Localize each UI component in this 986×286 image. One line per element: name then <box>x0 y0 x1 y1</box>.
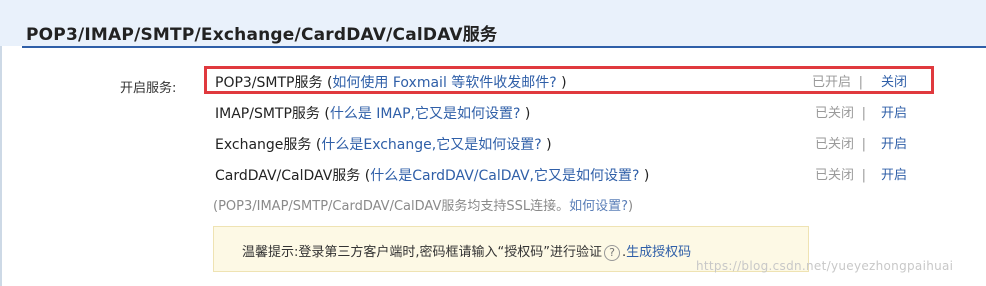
service-name: POP3/SMTP服务 <box>215 75 323 91</box>
paren-close: ) <box>556 75 567 91</box>
section-divider <box>22 46 986 48</box>
help-link[interactable]: 什么是 IMAP,它又是如何设置? <box>330 106 521 122</box>
service-row-pop3-smtp: POP3/SMTP服务 (如何使用 Foxmail 等软件收发邮件? ) 已开启… <box>204 66 934 94</box>
toggle-service-button[interactable]: 关闭 <box>881 69 907 97</box>
section-title: POP3/IMAP/SMTP/Exchange/CardDAV/CalDAV服务 <box>26 25 498 45</box>
ssl-note-text: (POP3/IMAP/SMTP/CardDAV/CalDAV服务均支持SSL连接… <box>213 199 570 214</box>
separator: | <box>861 106 866 121</box>
service-row-exchange: Exchange服务 (什么是Exchange,它又是如何设置? ) 已关闭 |… <box>207 131 934 159</box>
help-circle-icon[interactable]: ? <box>603 244 620 261</box>
service-status: 已关闭 <box>814 106 854 121</box>
ssl-note-close: ) <box>628 199 634 214</box>
service-status: 已关闭 <box>814 137 854 152</box>
generate-auth-code-link[interactable]: 生成授权码 <box>626 245 691 260</box>
tip-content: 温馨提示:登录第三方客户端时,密码框请输入“授权码”进行验证? .生成授权码 <box>242 241 691 261</box>
ssl-howto-link[interactable]: 如何设置? <box>569 199 628 214</box>
tip-text: 温馨提示:登录第三方客户端时,密码框请输入“授权码”进行验证 <box>242 245 602 260</box>
toggle-service-button[interactable]: 开启 <box>881 131 907 159</box>
toggle-service-button[interactable]: 开启 <box>881 162 907 190</box>
service-name: IMAP/SMTP服务 <box>215 106 320 122</box>
watermark: https://blog.csdn.net/yueyezhongpaihuai <box>696 259 954 273</box>
service-row-carddav-caldav: CardDAV/CalDAV服务 (什么是CardDAV/CalDAV,它又是如… <box>207 162 934 190</box>
help-link[interactable]: 什么是CardDAV/CalDAV,它又是如何设置? <box>370 168 639 184</box>
service-name: CardDAV/CalDAV服务 <box>215 168 361 184</box>
help-link[interactable]: 如何使用 Foxmail 等软件收发邮件? <box>332 75 556 91</box>
section-header: POP3/IMAP/SMTP/Exchange/CardDAV/CalDAV服务 <box>0 0 986 46</box>
service-name: Exchange服务 <box>215 137 312 153</box>
paren-close: ) <box>520 106 531 122</box>
service-status: 已开启 <box>811 75 851 90</box>
service-label: 开启服务: <box>120 81 177 96</box>
ssl-note: (POP3/IMAP/SMTP/CardDAV/CalDAV服务均支持SSL连接… <box>213 195 633 214</box>
service-row-imap-smtp: IMAP/SMTP服务 (什么是 IMAP,它又是如何设置? ) 已关闭 | 开… <box>207 100 934 128</box>
service-status: 已关闭 <box>814 168 854 183</box>
paren-close: ) <box>639 168 650 184</box>
separator: | <box>858 75 863 90</box>
toggle-service-button[interactable]: 开启 <box>881 100 907 128</box>
help-link[interactable]: 什么是Exchange,它又是如何设置? <box>321 137 541 153</box>
mail-settings-panel: POP3/IMAP/SMTP/Exchange/CardDAV/CalDAV服务… <box>0 0 986 286</box>
paren-close: ) <box>541 137 552 153</box>
separator: | <box>861 137 866 152</box>
separator: | <box>861 168 866 183</box>
